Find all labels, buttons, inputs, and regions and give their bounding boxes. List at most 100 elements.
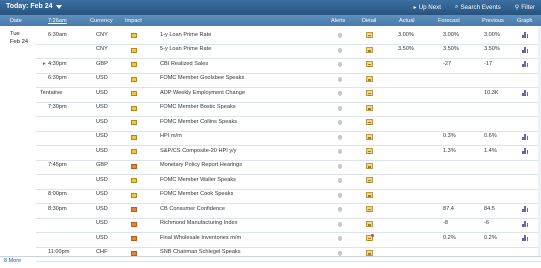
event-title[interactable]: 1-y Loan Prime Rate bbox=[160, 32, 211, 38]
folder-icon[interactable] bbox=[366, 61, 373, 67]
bar-chart-icon[interactable] bbox=[522, 133, 529, 140]
event-title[interactable]: FOMC Member Bostic Speaks bbox=[160, 104, 236, 110]
folder-icon[interactable] bbox=[366, 32, 373, 38]
bar-chart-icon[interactable] bbox=[522, 220, 529, 227]
event-title[interactable]: Monetary Policy Report Hearings bbox=[160, 162, 242, 168]
folder-icon[interactable] bbox=[366, 90, 373, 96]
event-row[interactable]: CNY 5-y Loan Prime Rate 3.50% 3.50% 3.50% bbox=[0, 44, 541, 59]
folder-icon[interactable] bbox=[366, 234, 374, 241]
bar-chart-icon[interactable] bbox=[522, 61, 529, 67]
bell-icon[interactable] bbox=[338, 120, 342, 125]
bell-icon[interactable] bbox=[338, 221, 342, 227]
event-title[interactable]: Richmond Manufacturing Index bbox=[160, 220, 237, 226]
event-title[interactable]: FOMC Member Goolsbee Speaks bbox=[160, 75, 244, 81]
event-time: 7:45pm bbox=[48, 162, 67, 168]
event-title[interactable]: FOMC Member Cook Speaks bbox=[160, 191, 233, 197]
folder-icon[interactable] bbox=[366, 191, 373, 198]
folder-icon[interactable] bbox=[366, 104, 373, 111]
event-title[interactable]: S&P/CS Composite-20 HPI y/y bbox=[160, 148, 236, 154]
bell-icon[interactable] bbox=[338, 33, 342, 38]
event-title[interactable]: CBI Realized Sales bbox=[160, 61, 208, 67]
folder-icon[interactable] bbox=[366, 133, 373, 140]
bell-icon[interactable] bbox=[338, 192, 342, 198]
impact-low-icon bbox=[131, 33, 137, 38]
event-row[interactable]: USD HPI m/m 0.3% 0.6% bbox=[0, 131, 541, 146]
bar-chart-icon[interactable] bbox=[522, 235, 529, 241]
event-forecast: 0.2% bbox=[443, 234, 456, 241]
event-title[interactable]: CB Consumer Confidence bbox=[160, 206, 225, 212]
event-title[interactable]: 5-y Loan Prime Rate bbox=[160, 46, 211, 52]
event-time: Tentative bbox=[40, 89, 63, 96]
event-title[interactable]: HPI m/m bbox=[160, 133, 182, 139]
bell-icon[interactable] bbox=[338, 178, 342, 183]
folder-icon[interactable] bbox=[366, 119, 373, 125]
today-dropdown[interactable]: Today: Feb 24 bbox=[6, 3, 62, 10]
event-row[interactable]: 7:45pm GBP Monetary Policy Report Hearings bbox=[0, 160, 541, 175]
bar-chart-icon[interactable] bbox=[522, 32, 529, 38]
event-row[interactable]: USD S&P/CS Composite-20 HPI y/y 1.3% 1.4% bbox=[0, 145, 541, 160]
event-forecast: 87.4 bbox=[443, 205, 454, 212]
bell-icon[interactable] bbox=[338, 250, 342, 256]
event-row[interactable]: 11:00pm CHF SNB Chairman Schlegel Speaks bbox=[0, 247, 541, 262]
folder-icon[interactable] bbox=[366, 206, 373, 212]
event-row[interactable]: 8:00pm USD FOMC Member Cook Speaks bbox=[0, 189, 541, 204]
folder-icon[interactable] bbox=[366, 162, 373, 169]
event-row[interactable]: 6:30am CNY 1-y Loan Prime Rate 3.00% 3.00% 3.… bbox=[0, 29, 541, 44]
more-link[interactable]: 8 More bbox=[4, 258, 21, 264]
impact-low-icon bbox=[131, 105, 137, 111]
bell-icon[interactable] bbox=[338, 62, 342, 67]
event-row[interactable]: 6:30pm USD FOMC Member Goolsbee Speaks bbox=[0, 73, 541, 88]
col-alerts: Alerts bbox=[331, 17, 346, 24]
search-events-button[interactable]: ⌕ Search Events bbox=[455, 3, 501, 11]
filter-button[interactable]: ⚲ Filter bbox=[515, 3, 535, 11]
event-previous: 0.2% bbox=[484, 234, 497, 241]
folder-icon[interactable] bbox=[366, 75, 373, 82]
event-currency: USD bbox=[96, 118, 108, 125]
folder-icon[interactable] bbox=[366, 148, 373, 154]
bell-icon[interactable] bbox=[338, 91, 342, 96]
event-title[interactable]: ADP Weekly Employment Change bbox=[160, 90, 245, 96]
event-forecast: 3.50% bbox=[443, 46, 459, 52]
col-time[interactable]: 7:26am bbox=[48, 18, 67, 24]
folder-icon[interactable] bbox=[366, 177, 373, 183]
bell-icon[interactable] bbox=[338, 236, 342, 241]
impact-medium-icon bbox=[131, 250, 137, 256]
col-previous: Previous bbox=[482, 17, 504, 24]
bar-chart-icon[interactable] bbox=[522, 90, 529, 96]
event-time: 6:30pm bbox=[48, 75, 67, 81]
bar-chart-icon[interactable] bbox=[522, 148, 529, 154]
event-title[interactable]: SNB Chairman Schlegel Speaks bbox=[160, 249, 241, 255]
folder-icon[interactable] bbox=[366, 220, 373, 227]
bell-icon[interactable] bbox=[338, 76, 342, 82]
folder-icon[interactable] bbox=[366, 249, 373, 256]
impact-low-icon bbox=[131, 192, 137, 198]
col-currency: Currency bbox=[90, 17, 113, 24]
bell-icon[interactable] bbox=[338, 207, 342, 212]
event-row[interactable]: USD FOMC Member Waller Speaks bbox=[0, 174, 541, 189]
event-title[interactable]: FOMC Member Waller Speaks bbox=[160, 177, 236, 183]
event-title[interactable]: FOMC Member Collins Speaks bbox=[160, 119, 237, 125]
bell-icon[interactable] bbox=[338, 105, 342, 111]
col-date: Date bbox=[10, 17, 22, 24]
bar-chart-icon[interactable] bbox=[522, 46, 529, 53]
event-row[interactable]: USD Richmond Manufacturing Index -8 -6 bbox=[0, 218, 541, 233]
up-next-button[interactable]: ▸ Up Next bbox=[414, 3, 441, 11]
bar-chart-icon[interactable] bbox=[522, 206, 529, 212]
event-currency: USD bbox=[96, 220, 108, 226]
event-row[interactable]: USD Final Wholesale Inventories m/m 0.2% 0.… bbox=[0, 232, 541, 247]
event-row[interactable]: 7:30pm USD FOMC Member Bostic Speaks bbox=[0, 102, 541, 117]
impact-medium-icon bbox=[131, 207, 137, 212]
bell-icon[interactable] bbox=[338, 47, 342, 53]
event-row[interactable]: USD FOMC Member Collins Speaks bbox=[0, 116, 541, 131]
bell-icon[interactable] bbox=[338, 149, 342, 154]
bell-icon[interactable] bbox=[338, 163, 342, 169]
bell-icon[interactable] bbox=[338, 134, 342, 140]
event-title[interactable]: Final Wholesale Inventories m/m bbox=[160, 235, 241, 241]
event-row[interactable]: 4:30pm ▸ GBP CBI Realized Sales -27 -17 bbox=[0, 58, 541, 73]
event-previous: 3.00% bbox=[484, 31, 500, 38]
col-forecast: Forecast bbox=[438, 17, 460, 24]
event-row[interactable]: 8:30pm USD CB Consumer Confidence 87.4 84.5 bbox=[0, 203, 541, 218]
event-row[interactable]: Tentative USD ADP Weekly Employment Change… bbox=[0, 87, 541, 102]
folder-icon[interactable] bbox=[366, 46, 373, 53]
event-forecast: 3.00% bbox=[443, 31, 459, 38]
